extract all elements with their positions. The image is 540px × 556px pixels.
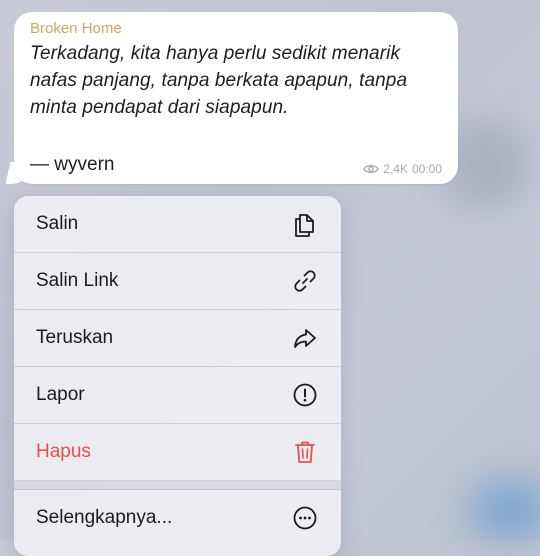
view-count: 2,4K (383, 162, 408, 176)
menu-item-copy[interactable]: Salin (14, 196, 341, 253)
message-author: — wyvern (30, 154, 115, 175)
trash-icon (291, 438, 319, 466)
message-text: Terkadang, kita hanya perlu sedikit mena… (30, 43, 408, 118)
link-icon (291, 267, 319, 295)
forward-icon (291, 324, 319, 352)
menu-item-copy-link[interactable]: Salin Link (14, 253, 341, 310)
menu-item-label: Salin Link (36, 270, 119, 291)
more-icon (291, 504, 319, 532)
menu-item-report[interactable]: Lapor (14, 367, 341, 424)
sender-name[interactable]: Broken Home (30, 20, 122, 37)
menu-item-label: Selengkapnya... (36, 507, 173, 528)
menu-item-label: Lapor (36, 384, 85, 405)
message-meta: 2,4K 00:00 (363, 162, 442, 176)
menu-item-label: Teruskan (36, 327, 114, 348)
menu-item-label: Hapus (36, 441, 91, 462)
menu-item-label: Salin (36, 213, 79, 234)
menu-item-more[interactable]: Selengkapnya... (14, 490, 341, 546)
menu-separator (14, 481, 341, 490)
message-time: 00:00 (411, 162, 442, 176)
background-blur (470, 480, 540, 540)
copy-icon (291, 210, 319, 238)
menu-item-delete[interactable]: Hapus (14, 424, 341, 481)
eye-icon (363, 163, 380, 175)
context-menu: Salin Salin Link Teruskan Lapor Hapus Se… (14, 196, 341, 556)
message-bubble[interactable]: Broken Home Terkadang, kita hanya perlu … (14, 12, 458, 184)
report-icon (291, 381, 319, 409)
menu-item-forward[interactable]: Teruskan (14, 310, 341, 367)
